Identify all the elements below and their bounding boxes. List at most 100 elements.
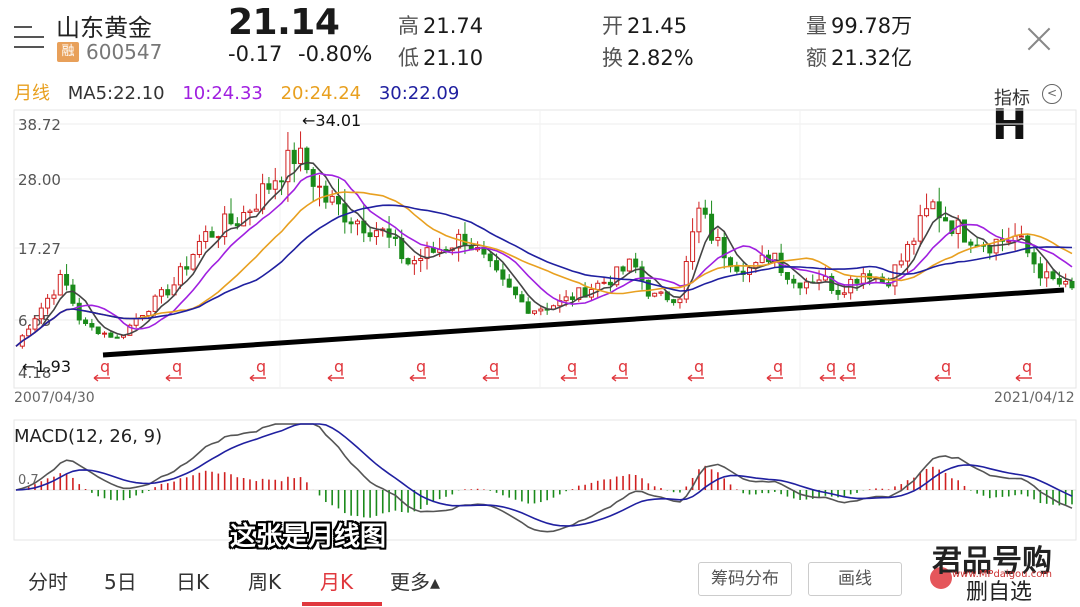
candle-up: [652, 292, 658, 297]
tab-intraday[interactable]: 分时: [28, 566, 68, 595]
candle-down: [519, 294, 525, 303]
q-marker: q: [826, 357, 836, 376]
q-marker: q: [1022, 357, 1032, 376]
candle-up: [373, 230, 379, 238]
candle-up: [190, 254, 196, 270]
candle-down: [228, 213, 234, 225]
candle-up: [418, 258, 424, 262]
candle-up: [32, 318, 38, 330]
stat-turnover: 换 2.82%: [602, 46, 694, 70]
candle-down: [709, 213, 715, 241]
stat-volume: 量 99.78万: [806, 14, 913, 38]
candle-down: [304, 147, 310, 171]
candle-down: [500, 269, 506, 280]
candle-up: [532, 310, 538, 314]
support-trend-line: [102, 287, 1065, 358]
candle-up: [911, 240, 917, 245]
video-subtitle: 这张是月线图: [230, 522, 387, 552]
candle-up: [177, 266, 183, 286]
menu-icon[interactable]: [14, 24, 44, 50]
y-tick-label: 28.00: [18, 171, 61, 189]
candle-up: [133, 318, 139, 326]
candle-down: [784, 272, 790, 280]
candle-down: [671, 299, 677, 304]
candle-down: [367, 232, 373, 238]
chart-frame: [13, 109, 1077, 389]
candle-up: [411, 260, 417, 265]
current-price: 21.14: [228, 2, 340, 43]
candle-up: [601, 281, 607, 284]
candle-down: [266, 183, 272, 190]
add-to-watchlist-button[interactable]: 删自选: [966, 574, 1032, 606]
candle-down: [64, 274, 70, 286]
candle-down: [1056, 278, 1062, 285]
candle-down: [525, 301, 531, 314]
candle-down: [405, 258, 411, 265]
y-tick-label: 38.72: [18, 116, 61, 134]
candle-up: [905, 243, 911, 262]
tab-5day[interactable]: 5日: [104, 566, 137, 595]
candle-down: [1050, 271, 1056, 280]
ma5-value: MA5:22.10: [67, 83, 165, 104]
candle-down: [342, 203, 348, 223]
candle-up: [203, 231, 209, 242]
candle-down: [607, 281, 613, 286]
candle-down: [70, 284, 76, 304]
kline-chart[interactable]: 38.7228.0017.276.554.18←34.01←1.93qqqqqq…: [0, 108, 1080, 390]
draw-line-button[interactable]: 画线: [808, 562, 902, 596]
candle-up: [917, 215, 923, 242]
candle-up: [898, 260, 904, 266]
candle-down: [487, 253, 493, 262]
q-marker: q: [618, 357, 628, 376]
candle-up: [354, 220, 360, 225]
candle-up: [253, 208, 259, 212]
candle-down: [310, 169, 316, 187]
period-tabs: 分时 5日 日K 周K 月K 更多▴ 筹码分布 画线: [0, 550, 1080, 607]
tab-weekly-k[interactable]: 周K: [248, 566, 281, 595]
candle-down: [854, 278, 860, 284]
candle-down: [399, 237, 405, 260]
candle-down: [209, 231, 215, 238]
candle-up: [272, 180, 278, 190]
stat-high: 高 21.74: [398, 14, 484, 38]
start-date: 2007/04/30: [14, 390, 95, 406]
stat-open: 开 21.45: [602, 14, 688, 38]
candle-up: [260, 183, 266, 210]
candle-down: [835, 289, 841, 295]
candle-up: [26, 328, 32, 337]
candle-up: [677, 298, 683, 304]
q-marker: q: [773, 357, 783, 376]
candle-down: [620, 266, 626, 272]
candle-down: [462, 233, 468, 246]
high-price-marker: ←34.01: [302, 111, 361, 130]
end-date: 2021/04/12: [994, 390, 1075, 406]
candle-down: [108, 332, 114, 338]
candle-down: [734, 266, 740, 272]
candle-up: [626, 258, 632, 272]
q-marker: q: [489, 357, 499, 376]
candle-up: [102, 332, 108, 335]
ma20-value: 20:24.24: [280, 83, 362, 104]
candle-down: [494, 260, 500, 271]
close-icon[interactable]: [1026, 26, 1052, 52]
candle-down: [1069, 280, 1075, 289]
tab-daily-k[interactable]: 日K: [176, 566, 209, 595]
chevron-left-icon[interactable]: <: [1042, 84, 1062, 104]
chip-distribution-button[interactable]: 筹码分布: [698, 562, 792, 596]
price-change: -0.17: [228, 42, 283, 66]
candle-down: [95, 326, 101, 335]
candle-down: [165, 289, 171, 296]
tab-monthly-k[interactable]: 月K: [320, 566, 353, 595]
candle-down: [791, 278, 797, 284]
ma-legend: 月线 MA5:22.10 10:24.33 20:24.24 30:22.09: [14, 79, 471, 105]
candle-down: [323, 185, 329, 203]
candle-up: [690, 231, 696, 263]
period-label: 月线: [14, 83, 50, 104]
candle-up: [715, 237, 721, 241]
candle-up: [860, 273, 866, 284]
candle-up: [841, 292, 847, 295]
q-marker: q: [334, 357, 344, 376]
candle-up: [930, 201, 936, 210]
tab-more[interactable]: 更多▴: [390, 566, 440, 595]
candle-up: [51, 294, 57, 299]
